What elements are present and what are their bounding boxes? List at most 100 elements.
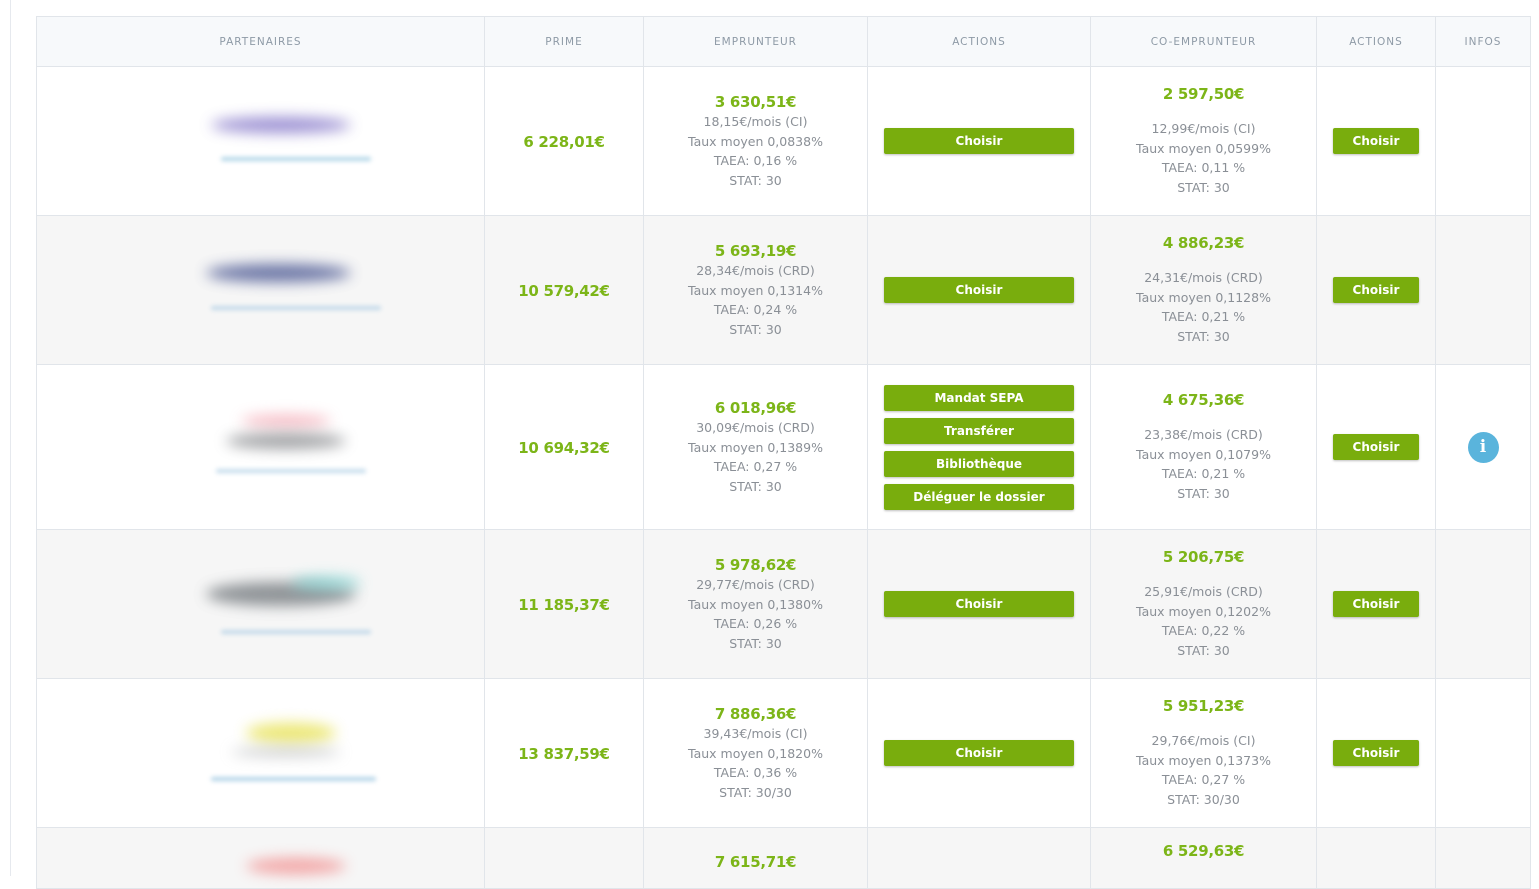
partner-cell <box>36 827 485 889</box>
co-actions-cell: Choisir <box>1316 364 1436 530</box>
header-prime: PRIME <box>484 16 644 67</box>
table-row: 11 185,37€ 5 978,62€ 29,77€/mois (CRD) T… <box>36 529 1531 679</box>
emprunteur-amount: 5 693,19€ <box>714 242 797 260</box>
co-emprunteur-amount: 5 951,23€ <box>1162 697 1245 715</box>
choisir-button[interactable]: Choisir <box>884 128 1074 154</box>
co-emprunteur-amount: 5 206,75€ <box>1162 548 1245 566</box>
partner-logo <box>131 554 391 654</box>
header-infos: INFOS <box>1435 16 1531 67</box>
actions-cell: Mandat SEPA Transférer Bibliothèque Délé… <box>867 364 1091 530</box>
header-emprunteur: EMPRUNTEUR <box>643 16 868 67</box>
co-emprunteur-cell: 2 597,50€ 12,99€/mois (CI) Taux moyen 0,… <box>1090 66 1317 216</box>
emprunteur-taea: TAEA: 0,24 % <box>713 302 798 317</box>
offers-table: PARTENAIRES PRIME EMPRUNTEUR ACTIONS CO-… <box>36 16 1531 889</box>
co-emprunteur-cell: 5 206,75€ 25,91€/mois (CRD) Taux moyen 0… <box>1090 529 1317 679</box>
co-actions-cell <box>1316 827 1436 889</box>
emprunteur-stat: STAT: 30/30 <box>719 784 792 800</box>
transferer-button[interactable]: Transférer <box>884 417 1074 444</box>
co-emprunteur-cell: 6 529,63€ <box>1090 827 1317 889</box>
co-emprunteur-stat: STAT: 30 <box>1177 328 1230 344</box>
prime-cell <box>484 827 644 889</box>
prime-amount: 11 185,37€ <box>518 595 610 614</box>
emprunteur-amount: 6 018,96€ <box>714 399 797 417</box>
infos-cell <box>1435 827 1531 889</box>
header-actions: ACTIONS <box>867 16 1091 67</box>
emprunteur-taea: TAEA: 0,26 % <box>713 616 798 631</box>
actions-cell: Choisir <box>867 678 1091 828</box>
co-choisir-button[interactable]: Choisir <box>1333 277 1419 303</box>
co-emprunteur-taux: Taux moyen 0,1202% <box>1136 603 1271 619</box>
prime-amount: 6 228,01€ <box>523 132 605 151</box>
prime-cell: 11 185,37€ <box>484 529 644 679</box>
co-emprunteur-monthly: 23,38€/mois (CRD) <box>1144 427 1263 442</box>
emprunteur-taux: Taux moyen 0,0838% <box>688 133 823 149</box>
infos-cell <box>1435 678 1531 828</box>
infos-cell <box>1435 66 1531 216</box>
emprunteur-stat: STAT: 30 <box>729 478 782 494</box>
prime-cell: 10 579,42€ <box>484 215 644 365</box>
co-emprunteur-amount: 6 529,63€ <box>1162 842 1245 860</box>
emprunteur-cell: 3 630,51€ 18,15€/mois (CI) Taux moyen 0,… <box>643 66 868 216</box>
co-emprunteur-stat: STAT: 30 <box>1177 642 1230 658</box>
co-emprunteur-stat: STAT: 30/30 <box>1167 791 1240 807</box>
table-row: 6 228,01€ 3 630,51€ 18,15€/mois (CI) Tau… <box>36 66 1531 216</box>
co-emprunteur-cell: 4 675,36€ 23,38€/mois (CRD) Taux moyen 0… <box>1090 364 1317 530</box>
deleguer-dossier-button[interactable]: Déléguer le dossier <box>884 483 1074 510</box>
emprunteur-taea: TAEA: 0,16 % <box>713 153 798 168</box>
co-emprunteur-amount: 4 886,23€ <box>1162 234 1245 252</box>
partner-cell <box>36 66 485 216</box>
actions-cell: Choisir <box>867 215 1091 365</box>
emprunteur-amount: 3 630,51€ <box>714 93 797 111</box>
header-co-emprunteur: CO-EMPRUNTEUR <box>1090 16 1317 67</box>
co-actions-cell: Choisir <box>1316 678 1436 828</box>
co-emprunteur-cell: 4 886,23€ 24,31€/mois (CRD) Taux moyen 0… <box>1090 215 1317 365</box>
info-icon[interactable]: i <box>1467 431 1499 463</box>
partner-logo <box>131 91 391 191</box>
table-row: 13 837,59€ 7 886,36€ 39,43€/mois (CI) Ta… <box>36 678 1531 828</box>
partner-cell <box>36 529 485 679</box>
emprunteur-cell: 7 615,71€ <box>643 827 868 889</box>
emprunteur-taea: TAEA: 0,36 % <box>713 765 798 780</box>
co-emprunteur-taux: Taux moyen 0,1128% <box>1136 289 1271 305</box>
emprunteur-taux: Taux moyen 0,1389% <box>688 439 823 455</box>
emprunteur-monthly: 29,77€/mois (CRD) <box>696 577 815 592</box>
prime-amount: 13 837,59€ <box>518 744 610 763</box>
co-actions-cell: Choisir <box>1316 215 1436 365</box>
emprunteur-cell: 5 693,19€ 28,34€/mois (CRD) Taux moyen 0… <box>643 215 868 365</box>
emprunteur-amount: 7 615,71€ <box>714 853 797 871</box>
co-emprunteur-cell: 5 951,23€ 29,76€/mois (CI) Taux moyen 0,… <box>1090 678 1317 828</box>
partner-cell <box>36 215 485 365</box>
co-emprunteur-amount: 4 675,36€ <box>1162 391 1245 409</box>
co-choisir-button[interactable]: Choisir <box>1333 591 1419 617</box>
co-actions-cell: Choisir <box>1316 66 1436 216</box>
partner-cell <box>36 364 485 530</box>
choisir-button[interactable]: Choisir <box>884 277 1074 303</box>
emprunteur-monthly: 39,43€/mois (CI) <box>703 726 808 741</box>
co-emprunteur-monthly: 25,91€/mois (CRD) <box>1144 584 1263 599</box>
action-buttons: Mandat SEPA Transférer Bibliothèque Délé… <box>868 384 1090 510</box>
co-emprunteur-stat: STAT: 30 <box>1177 179 1230 195</box>
emprunteur-stat: STAT: 30 <box>729 321 782 337</box>
emprunteur-monthly: 30,09€/mois (CRD) <box>696 420 815 435</box>
emprunteur-stat: STAT: 30 <box>729 635 782 651</box>
co-choisir-button[interactable]: Choisir <box>1333 740 1419 766</box>
choisir-button[interactable]: Choisir <box>884 740 1074 766</box>
infos-cell <box>1435 215 1531 365</box>
emprunteur-monthly: 18,15€/mois (CI) <box>703 114 808 129</box>
prime-cell: 10 694,32€ <box>484 364 644 530</box>
table-row: 10 579,42€ 5 693,19€ 28,34€/mois (CRD) T… <box>36 215 1531 365</box>
co-choisir-button[interactable]: Choisir <box>1333 434 1419 460</box>
partner-cell <box>36 678 485 828</box>
choisir-button[interactable]: Choisir <box>884 591 1074 617</box>
mandat-sepa-button[interactable]: Mandat SEPA <box>884 384 1074 411</box>
partner-logo <box>131 240 391 340</box>
co-choisir-button[interactable]: Choisir <box>1333 128 1419 154</box>
emprunteur-stat: STAT: 30 <box>729 172 782 188</box>
emprunteur-taux: Taux moyen 0,1314% <box>688 282 823 298</box>
co-emprunteur-taea: TAEA: 0,21 % <box>1161 309 1246 324</box>
bibliotheque-button[interactable]: Bibliothèque <box>884 450 1074 477</box>
emprunteur-taux: Taux moyen 0,1380% <box>688 596 823 612</box>
emprunteur-taux: Taux moyen 0,1820% <box>688 745 823 761</box>
actions-cell <box>867 827 1091 889</box>
emprunteur-amount: 5 978,62€ <box>714 556 797 574</box>
